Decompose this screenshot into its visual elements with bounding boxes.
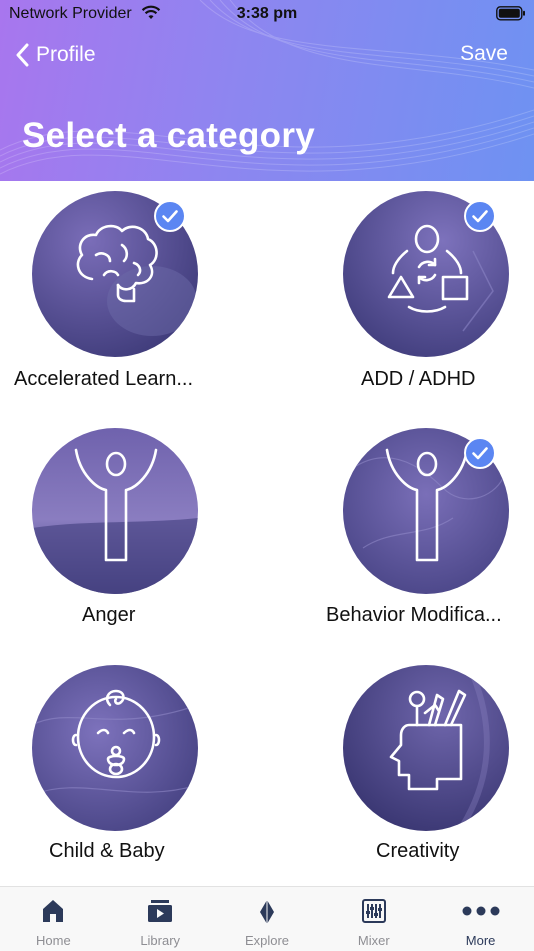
checkmark-icon [162, 210, 178, 223]
tab-label: Library [140, 933, 181, 948]
save-button[interactable]: Save [460, 42, 508, 66]
category-tile-creativity[interactable]: Creativity [267, 655, 534, 886]
selected-check-badge [154, 200, 186, 232]
category-tile-anger[interactable]: Anger [0, 418, 267, 655]
category-label: Behavior Modifica... [326, 604, 502, 626]
status-time: 3:38 pm [236, 5, 298, 22]
category-label: ADD / ADHD [361, 368, 476, 390]
category-grid: Accelerated Learn... ADD / ADHD Anger Be… [0, 181, 534, 886]
status-bar: Network Provider 3:38 pm [0, 0, 534, 30]
library-icon [148, 900, 173, 922]
home-icon [43, 900, 64, 922]
category-label: Anger [82, 604, 136, 626]
mixer-icon [361, 899, 386, 923]
back-button[interactable]: Profile [16, 40, 96, 70]
header: Network Provider 3:38 pm Profile Save Se… [0, 0, 534, 181]
category-label: Creativity [376, 840, 460, 862]
baby-face-icon [71, 689, 161, 779]
checkmark-icon [472, 210, 488, 223]
tab-label: More [465, 933, 496, 948]
raised-arms-figure-icon [74, 448, 158, 562]
tab-bar: Home Library Explore Mixer More [0, 886, 534, 951]
selected-check-badge [464, 200, 496, 232]
explore-icon [259, 900, 274, 924]
tab-label: Explore [244, 933, 290, 948]
page-title: Select a category [22, 116, 316, 155]
chevron-left-icon [16, 43, 29, 67]
tab-label: Mixer [357, 933, 390, 948]
cycle-shapes-icon [387, 224, 469, 313]
tab-explore[interactable]: Explore [214, 887, 321, 951]
category-tile-behavior-modification[interactable]: Behavior Modifica... [267, 418, 534, 655]
category-tile-add-adhd[interactable]: ADD / ADHD [267, 181, 534, 418]
more-icon [462, 906, 500, 916]
category-label: Child & Baby [49, 840, 165, 862]
tab-library[interactable]: Library [107, 887, 214, 951]
checkmark-icon [472, 447, 488, 460]
category-tile-child-baby[interactable]: Child & Baby [0, 655, 267, 886]
selected-check-badge [464, 437, 496, 469]
battery-icon [496, 6, 525, 21]
back-button-label: Profile [36, 43, 96, 66]
raised-arms-figure-icon [385, 448, 469, 562]
brain-icon [76, 224, 158, 303]
category-label: Accelerated Learn... [14, 368, 193, 390]
tab-label: Home [36, 933, 71, 948]
creative-head-icon [389, 689, 467, 791]
tab-home[interactable]: Home [0, 887, 107, 951]
category-tile-accelerated-learning[interactable]: Accelerated Learn... [0, 181, 267, 418]
tab-mixer[interactable]: Mixer [320, 887, 427, 951]
tab-more[interactable]: More [427, 887, 534, 951]
